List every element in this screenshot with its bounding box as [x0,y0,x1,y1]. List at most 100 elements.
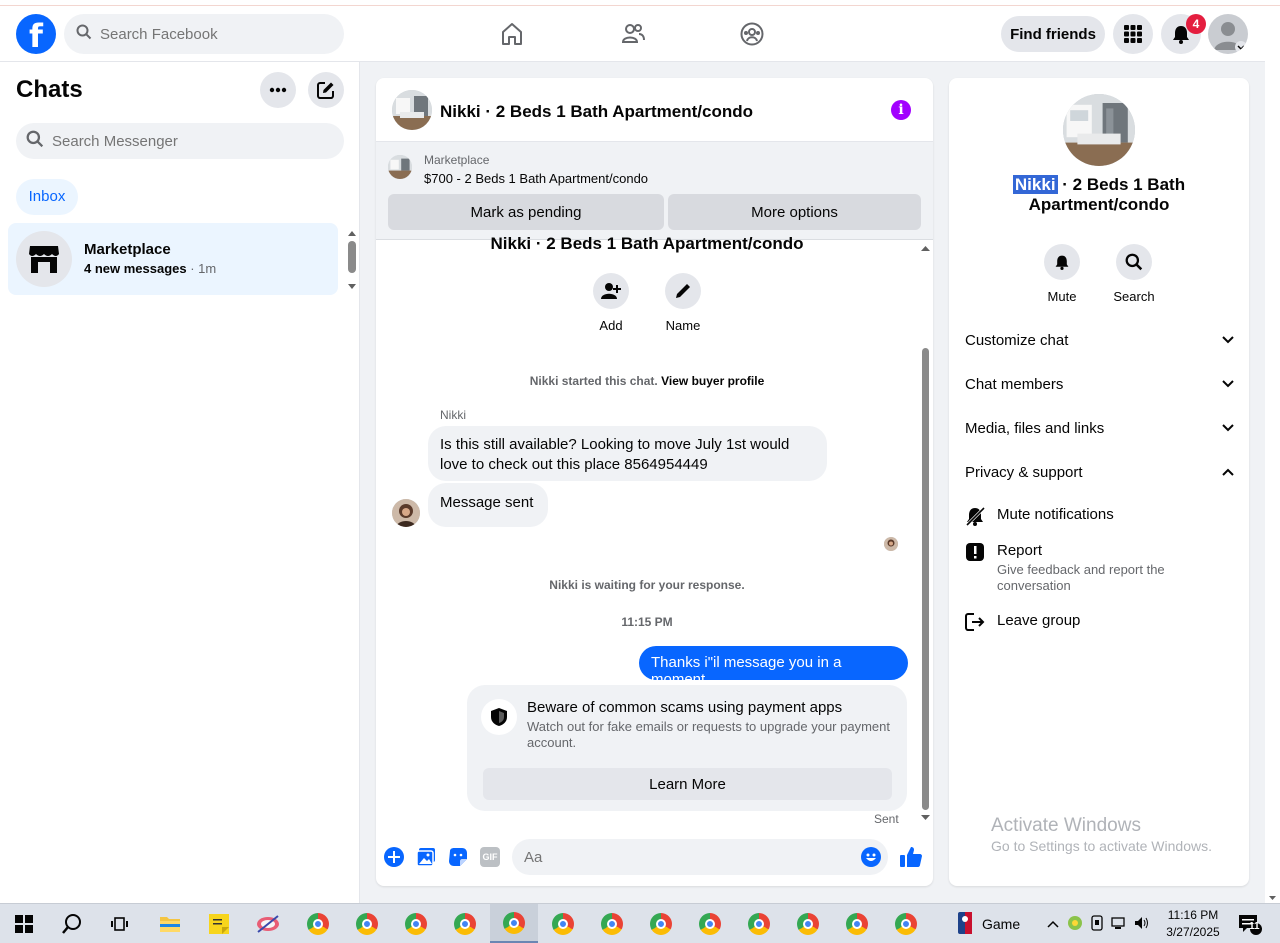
page-scrollbar[interactable] [1265,6,1280,903]
messenger-search-input[interactable] [52,132,344,150]
info-panel-title: Nikki · 2 Beds 1 Bath Apartment/condo [949,175,1249,215]
photo-icon[interactable] [416,847,436,871]
notification-center-icon[interactable]: 11 [1234,908,1266,940]
chevron-up-icon[interactable] [1046,917,1060,932]
messenger-search[interactable] [16,123,344,159]
outgoing-message-bubble[interactable]: Thanks i"il message you in a moment [639,646,908,688]
facebook-logo[interactable]: f [16,14,56,55]
privacy-support-section[interactable]: Privacy & support [965,462,1235,482]
message-input[interactable] [512,839,888,875]
facebook-topbar: f Find friends 4 [0,6,1265,62]
message-thread: Nikki · 2 Beds 1 Bath Apartment/condo Ad… [376,234,933,830]
chrome-profile-icon[interactable] [449,908,481,940]
selected-text-highlight: Nikki [1012,175,1058,194]
media-files-links-section[interactable]: Media, files and links [965,418,1235,438]
listing-photo[interactable] [1063,94,1135,166]
chrome-profile-icon[interactable] [694,908,726,940]
plus-icon[interactable] [384,847,404,871]
incoming-message-bubble[interactable]: Message sent [428,483,548,527]
groups-icon[interactable] [732,14,772,54]
clock-time: 11:16 PM [1167,908,1219,922]
find-friends-button[interactable]: Find friends [1001,16,1105,52]
sender-avatar[interactable] [392,499,420,527]
incoming-message-bubble[interactable]: Is this still available? Looking to move… [428,426,827,481]
chrome-icon [552,913,574,935]
view-buyer-profile-link[interactable]: View buyer profile [661,374,764,388]
leave-group-item[interactable]: Leave group [965,612,1235,632]
chrome-profile-icon[interactable] [302,908,334,940]
home-icon[interactable] [492,14,532,54]
thread-scrollbar[interactable] [918,240,933,830]
taskbar-clock[interactable]: 11:16 PM 3/27/2025 [1162,907,1224,941]
thread-title: Nikki · 2 Beds 1 Bath Apartment/condo [490,234,804,253]
search-icon [1116,244,1152,280]
sticky-notes-icon[interactable] [203,908,235,940]
mute-button[interactable]: Mute [1032,244,1092,304]
game-label: Game [982,916,1021,932]
friends-icon[interactable] [613,14,653,54]
windows-taskbar: Game 11:16 PM 3/27/2025 11 [0,903,1280,943]
facebook-search[interactable] [64,14,344,54]
chat-members-section[interactable]: Chat members [965,374,1235,394]
more-options-button[interactable]: More options [668,194,921,230]
search-icon[interactable] [56,908,88,940]
mark-as-pending-button[interactable]: Mark as pending [388,194,664,230]
message-input-field[interactable] [524,848,888,866]
like-icon[interactable] [899,845,923,873]
listing-thumbnail[interactable] [392,90,432,130]
menu-grid-icon[interactable] [1113,14,1153,54]
chrome-icon [454,913,476,935]
chrome-icon [797,913,819,935]
chrome-profile-icon[interactable] [890,908,922,940]
add-people-button[interactable]: Add [581,273,641,333]
gif-icon[interactable]: GIF [480,847,500,867]
learn-more-button[interactable]: Learn More [483,768,892,800]
report-item[interactable]: Report Give feedback and report the conve… [965,542,1235,594]
device-icon[interactable] [1090,914,1104,934]
volume-icon[interactable] [1134,916,1150,933]
chrome-profile-icon[interactable] [645,908,677,940]
search-icon [76,24,92,44]
app-tray-icon[interactable] [1067,915,1083,934]
mute-notifications-item[interactable]: Mute notifications [965,506,1235,526]
task-view-icon[interactable] [103,908,135,940]
chat-started-notice: Nikki started this chat. View buyer prof… [376,374,918,388]
snipping-tool-icon[interactable] [252,908,284,940]
windows-start-icon[interactable] [8,908,40,940]
conversation-header: Nikki · 2 Beds 1 Bath Apartment/condo i [376,78,933,142]
chrome-profile-icon[interactable] [841,908,873,940]
chat-list-scrollbar[interactable] [346,228,358,294]
file-explorer-icon[interactable] [154,908,186,940]
chrome-profile-icon[interactable] [792,908,824,940]
chrome-profile-icon[interactable] [596,908,628,940]
report-label: Report [997,542,1043,559]
chrome-icon [601,913,623,935]
chrome-profile-icon[interactable] [547,908,579,940]
inbox-tab[interactable]: Inbox [16,179,78,215]
search-in-chat-button[interactable]: Search [1104,244,1164,304]
chat-list-item-marketplace[interactable]: Marketplace 4 new messages · 1m [8,223,338,295]
sticker-icon[interactable] [448,847,468,871]
message-composer: GIF [376,836,933,886]
conversation-panel: Nikki · 2 Beds 1 Bath Apartment/condo i … [376,78,933,886]
chrome-profile-icon-active[interactable] [490,904,538,943]
chrome-profile-icon[interactable] [351,908,383,940]
search-label: Search [1113,289,1155,304]
leave-icon [965,612,985,632]
new-message-icon[interactable] [308,72,344,108]
profile-avatar[interactable] [1208,14,1248,54]
facebook-search-input[interactable] [100,25,344,43]
more-options-icon[interactable] [260,72,296,108]
emoji-icon[interactable] [861,847,881,871]
customize-chat-section[interactable]: Customize chat [965,330,1235,350]
chrome-profile-icon[interactable] [400,908,432,940]
game-widget[interactable]: Game [958,904,1020,943]
network-icon[interactable] [1111,916,1127,933]
section-label: Customize chat [965,331,1069,349]
chrome-profile-icon[interactable] [743,908,775,940]
chat-item-unread: 4 new messages [84,261,187,276]
listing-price-title[interactable]: $700 - 2 Beds 1 Bath Apartment/condo [424,171,648,186]
name-chat-button[interactable]: Name [653,273,713,333]
info-icon[interactable]: i [891,100,911,120]
conversation-title[interactable]: Nikki · 2 Beds 1 Bath Apartment/condo [440,102,753,122]
